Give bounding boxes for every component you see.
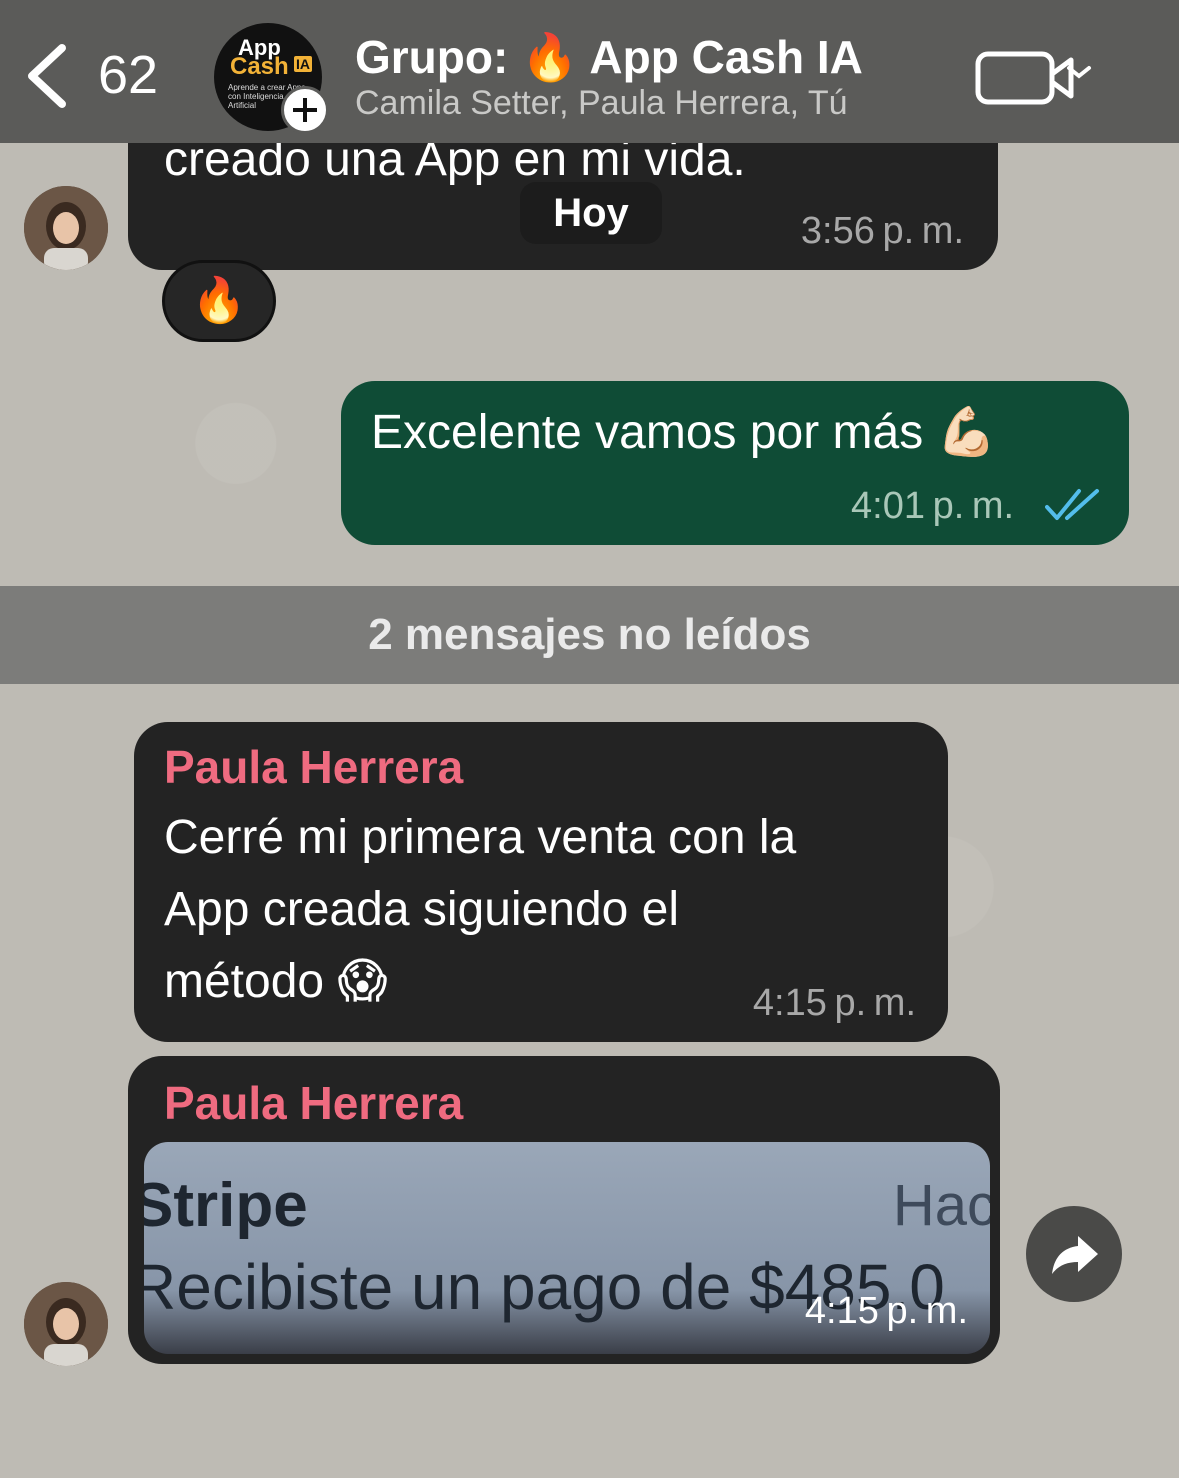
double-check-icon [1045,489,1099,520]
image-text-hac: Hac [892,1173,990,1238]
image-text-stripe: Stripe [144,1171,308,1240]
chat-header: 62 App Cash IA Aprende a crear Apps con … [0,0,1179,143]
message-line: método 😱 [164,955,388,1008]
group-avatar-cash: Cash [230,53,289,80]
message-text: Excelente vamos por más 💪🏻 [371,406,997,459]
message-sender[interactable]: Paula Herrera [164,1076,463,1130]
message-time: 4:01 p. m. [851,485,1015,527]
message-time: 4:15 p. m. [752,982,916,1024]
message-text: Cerré mi primera venta con la App creada… [164,802,796,1018]
forward-icon [1052,1236,1098,1274]
message-sender[interactable]: Paula Herrera [164,740,463,794]
plus-icon[interactable] [281,86,329,134]
message-reaction[interactable]: 🔥 [162,260,276,342]
message-time: 4:15 p. m. [804,1290,968,1332]
forward-button[interactable] [1026,1206,1122,1302]
avatar[interactable] [24,1282,108,1366]
image-attachment[interactable]: Stripe Hac Recibiste un pago de $485.0 4… [144,1142,990,1354]
video-call-icon[interactable] [975,50,1095,106]
message-bubble-incoming[interactable]: Paula Herrera Cerré mi primera venta con… [134,722,948,1042]
unread-messages-banner: 2 mensajes no leídos [0,586,1179,684]
chevron-left-icon[interactable] [22,40,72,110]
chat-title[interactable]: Grupo: 🔥 App Cash IA [355,30,863,85]
message-bubble-outgoing[interactable]: Excelente vamos por más 💪🏻 4:01 p. m. [341,381,1129,545]
message-time: 3:56 p. m. [800,210,964,252]
message-line: Cerré mi primera venta con la [164,811,797,864]
chat-participants[interactable]: Camila Setter, Paula Herrera, Tú [355,84,848,123]
date-chip: Hoy [520,182,662,244]
avatar[interactable] [24,186,108,270]
message-line: App creada siguiendo el [164,883,680,936]
group-avatar-ia: IA [294,56,312,72]
back-unread-count[interactable]: 62 [98,44,158,106]
